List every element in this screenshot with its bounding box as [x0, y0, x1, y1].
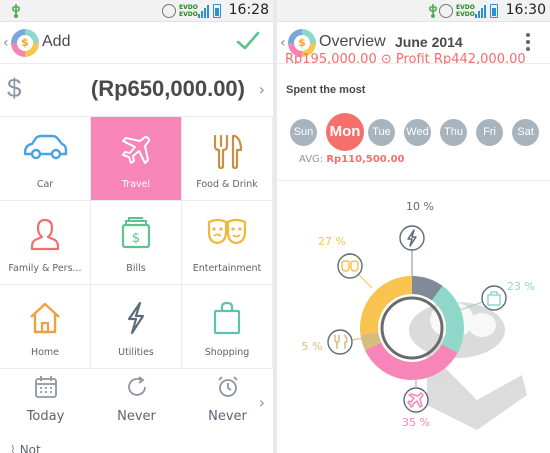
- avg-value: Rp110,500.00: [326, 154, 405, 165]
- airplane-icon: [403, 387, 429, 413]
- donut-slice-entertainment[interactable]: [360, 276, 412, 335]
- person-icon: [30, 218, 60, 251]
- slice-percent-label: 27 %: [318, 235, 346, 248]
- category-bills[interactable]: $ Bills: [91, 201, 182, 285]
- avg-caption: AVG:: [299, 154, 324, 165]
- alarm-status-icon: [162, 4, 176, 18]
- battery-icon: [490, 4, 498, 18]
- category-label: Car: [36, 179, 54, 190]
- masks-icon: [207, 218, 247, 245]
- car-icon: [23, 134, 68, 160]
- weekday-selector: Sun Mon Tue Wed Thu Fri Sat: [290, 113, 546, 153]
- calendar-icon: [34, 376, 57, 398]
- confirm-check-icon[interactable]: [235, 28, 261, 54]
- app-bar: ‹ Add: [0, 22, 273, 64]
- category-entertainment[interactable]: Entertainment: [182, 201, 273, 285]
- category-shopping[interactable]: Shopping: [182, 285, 273, 369]
- signal-icon: [475, 4, 487, 18]
- network-type-icon: EVDO EVDO: [456, 4, 475, 18]
- day-fri[interactable]: Fri: [476, 119, 503, 146]
- slice-percent-label: 23 %: [507, 280, 535, 293]
- category-label: Shopping: [204, 347, 250, 358]
- back-chevron-icon[interactable]: ‹: [3, 35, 9, 51]
- note-field[interactable]: ⌇ Not: [10, 443, 41, 453]
- category-label: Family & Pers...: [8, 263, 82, 274]
- usb-icon: [12, 4, 20, 18]
- category-label: Bills: [126, 263, 146, 274]
- house-icon: [30, 302, 60, 334]
- summary-peek: Rp195,000.00 ⊙ Profit Rp442,000.00: [285, 52, 526, 64]
- category-home[interactable]: Home: [0, 285, 91, 369]
- category-label: Home: [30, 347, 60, 358]
- day-sat[interactable]: Sat: [512, 119, 539, 146]
- category-label: Food & Drink: [196, 179, 258, 190]
- repeat-icon: [127, 376, 146, 396]
- amount-field[interactable]: $ (Rp650,000.00) ›: [0, 64, 273, 117]
- day-wed[interactable]: Wed: [404, 119, 431, 146]
- airplane-icon: [122, 136, 150, 164]
- category-car[interactable]: Car: [0, 117, 91, 201]
- amount-value[interactable]: (Rp650,000.00): [91, 76, 245, 102]
- slice-percent-label: 5 %: [302, 340, 323, 353]
- category-label: Travel: [121, 179, 151, 190]
- repeat-label: Never: [117, 409, 156, 424]
- month-selector[interactable]: June 2014: [395, 34, 463, 50]
- day-tue[interactable]: Tue: [368, 119, 395, 146]
- paperclip-icon: ⌇: [10, 443, 16, 453]
- battery-icon: [213, 4, 221, 18]
- category-label: Utilities: [118, 347, 154, 358]
- svg-text:$: $: [132, 231, 140, 246]
- fork-knife-icon: [327, 329, 353, 355]
- average-label: AVG: Rp110,500.00: [299, 154, 404, 165]
- page-title: Add: [42, 33, 71, 50]
- date-option[interactable]: Today: [0, 369, 91, 439]
- network-type-icon: EVDO EVDO: [179, 4, 198, 18]
- chevron-right-icon[interactable]: ›: [259, 80, 265, 99]
- category-label: Entertainment: [192, 263, 262, 274]
- clock: 16:28: [228, 2, 269, 18]
- clock: 16:30: [505, 2, 546, 18]
- repeat-option[interactable]: Never: [91, 369, 182, 439]
- overflow-menu-icon[interactable]: [526, 33, 530, 51]
- overview-screen: EVDOEVDO 16:30 ‹ Overview June 2014 Rp19…: [277, 0, 550, 453]
- day-thu[interactable]: Thu: [440, 119, 467, 146]
- divider: [277, 180, 550, 181]
- note-label: Not: [19, 443, 41, 453]
- day-sun[interactable]: Sun: [290, 119, 317, 146]
- app-logo[interactable]: [11, 29, 39, 57]
- masks-icon: [337, 253, 363, 279]
- alarm-icon: [217, 376, 238, 397]
- lightning-icon: [127, 301, 145, 335]
- bill-icon: $: [121, 217, 151, 249]
- status-bar: EVDO EVDO 16:30: [277, 0, 550, 22]
- slice-percent-label: 35 %: [402, 416, 430, 429]
- shopping-bag-icon: [213, 301, 241, 335]
- add-transaction-screen: EVDOEVDO 16:28 ‹ Add $ (Rp650,000.00) › …: [0, 0, 273, 453]
- status-bar: EVDO EVDO 16:28: [0, 0, 273, 22]
- category-utilities[interactable]: Utilities: [91, 285, 182, 369]
- chevron-right-icon[interactable]: ›: [259, 393, 265, 412]
- category-food-drink[interactable]: Food & Drink: [182, 117, 273, 201]
- spending-donut-chart: 10 % 23 % 35 % 5 % 27 %: [302, 200, 535, 430]
- category-family-personal[interactable]: Family & Pers...: [0, 201, 91, 285]
- page-title: Overview: [319, 33, 386, 50]
- signal-icon: [198, 4, 210, 18]
- shopping-bag-icon: [481, 285, 507, 311]
- slice-percent-label: 10 %: [406, 200, 434, 213]
- category-travel[interactable]: Travel: [91, 117, 182, 201]
- back-chevron-icon[interactable]: ‹: [280, 35, 286, 51]
- currency-symbol: $: [7, 73, 22, 103]
- options-row: Today Never Never ›: [0, 369, 273, 453]
- day-mon[interactable]: Mon: [326, 113, 364, 151]
- lightning-icon: [399, 225, 425, 251]
- category-grid: Car Travel Food & Drink Family & Pers...: [0, 117, 273, 369]
- date-label: Today: [26, 409, 65, 424]
- spent-most-heading: Spent the most: [286, 84, 366, 96]
- fork-knife-icon: [213, 134, 243, 169]
- alarm-status-icon: [439, 4, 453, 18]
